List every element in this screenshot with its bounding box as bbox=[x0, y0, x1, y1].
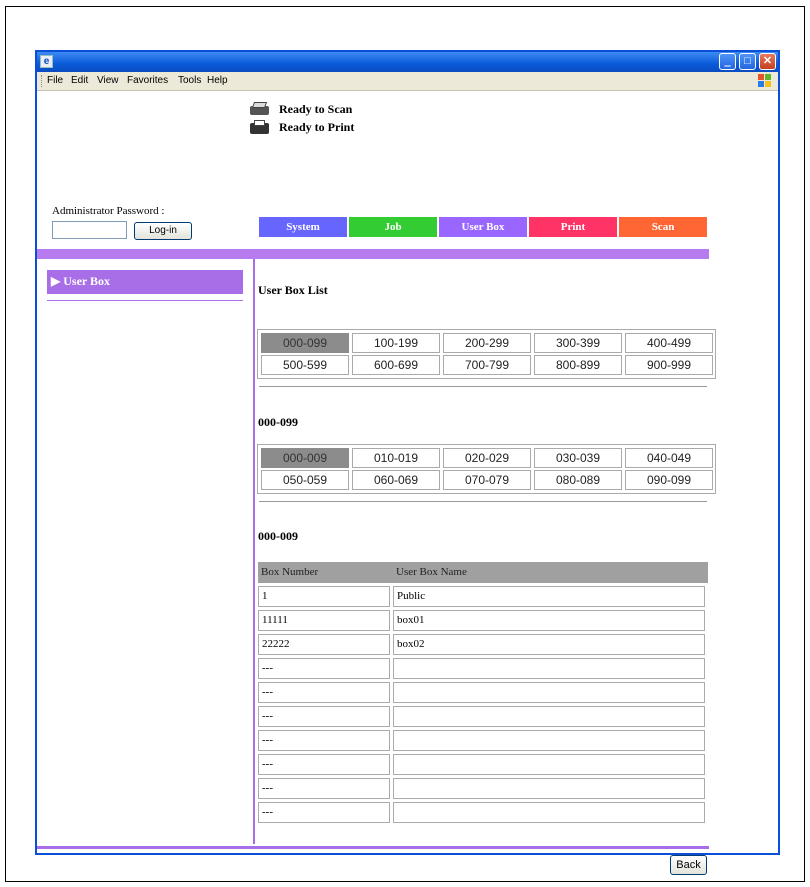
table-row: --- bbox=[258, 706, 708, 727]
sidebar-item-user-box[interactable]: ▶ User Box bbox=[47, 270, 243, 294]
box-number-cell[interactable]: 22222 bbox=[258, 634, 390, 655]
range-cell[interactable]: 400-499 bbox=[625, 333, 713, 353]
box-name-cell[interactable] bbox=[393, 658, 705, 679]
close-button[interactable]: ✕ bbox=[759, 53, 776, 70]
range-divider bbox=[259, 386, 707, 387]
box-name-cell[interactable] bbox=[393, 682, 705, 703]
table-row: 11111 box01 bbox=[258, 610, 708, 631]
sub-range-title: 000-099 bbox=[258, 415, 298, 429]
user-box-table: Box Number User Box Name 1 Public 11111 box… bbox=[258, 562, 708, 823]
footer-divider bbox=[37, 846, 709, 849]
menu-bar: File Edit View Favorites Tools Help bbox=[37, 72, 778, 91]
range-cell[interactable]: 900-999 bbox=[625, 355, 713, 375]
table-row: --- bbox=[258, 802, 708, 823]
page-content: Ready to Scan Ready to Print Administrat… bbox=[37, 91, 778, 875]
sub-range-table: 000-009 010-019 020-029 030-039 040-049 050-… bbox=[257, 444, 716, 494]
menu-favorites[interactable]: Favorites bbox=[127, 75, 168, 86]
box-number-cell[interactable]: --- bbox=[258, 754, 390, 775]
sub-range-cell[interactable]: 080-089 bbox=[534, 470, 622, 490]
sub-range-cell[interactable]: 040-049 bbox=[625, 448, 713, 468]
table-row: 22222 box02 bbox=[258, 634, 708, 655]
sidebar-separator bbox=[253, 259, 255, 844]
menu-tools[interactable]: Tools bbox=[178, 75, 201, 86]
toolbar-grip-icon bbox=[41, 75, 44, 87]
table-row: 1 Public bbox=[258, 586, 708, 607]
windows-logo-icon bbox=[758, 74, 772, 88]
printer-icon bbox=[249, 120, 271, 134]
table-header: Box Number User Box Name bbox=[258, 562, 708, 583]
range-cell[interactable]: 100-199 bbox=[352, 333, 440, 353]
tab-system[interactable]: System bbox=[259, 217, 347, 237]
login-button[interactable]: Log-in bbox=[134, 222, 192, 240]
tab-user-box[interactable]: User Box bbox=[439, 217, 527, 237]
menu-view[interactable]: View bbox=[97, 75, 119, 86]
sub-range-cell[interactable]: 030-039 bbox=[534, 448, 622, 468]
tab-job[interactable]: Job bbox=[349, 217, 437, 237]
sub-range-cell[interactable]: 090-099 bbox=[625, 470, 713, 490]
table-row: --- bbox=[258, 730, 708, 751]
print-status: Ready to Print bbox=[279, 119, 355, 134]
browser-icon: e bbox=[40, 55, 53, 68]
range-cell[interactable]: 200-299 bbox=[443, 333, 531, 353]
box-number-cell[interactable]: --- bbox=[258, 778, 390, 799]
tab-scan[interactable]: Scan bbox=[619, 217, 707, 237]
range-cell[interactable]: 600-699 bbox=[352, 355, 440, 375]
admin-password-label: Administrator Password : bbox=[52, 205, 165, 217]
table-row: --- bbox=[258, 754, 708, 775]
sub-range-divider bbox=[259, 501, 707, 502]
scan-status: Ready to Scan bbox=[279, 101, 353, 116]
range-table: 000-099 100-199 200-299 300-399 400-499 500-… bbox=[257, 329, 716, 379]
header-divider bbox=[37, 249, 709, 259]
table-row: --- bbox=[258, 682, 708, 703]
scanner-icon bbox=[249, 102, 271, 116]
box-number-cell[interactable]: 11111 bbox=[258, 610, 390, 631]
box-name-cell[interactable] bbox=[393, 730, 705, 751]
table-row: --- bbox=[258, 658, 708, 679]
box-number-cell[interactable]: --- bbox=[258, 682, 390, 703]
box-name-cell[interactable]: box02 bbox=[393, 634, 705, 655]
sub-range-cell[interactable]: 060-069 bbox=[352, 470, 440, 490]
box-number-cell[interactable]: --- bbox=[258, 706, 390, 727]
box-name-cell[interactable] bbox=[393, 754, 705, 775]
user-box-list-title: User Box List bbox=[258, 283, 328, 297]
box-name-cell[interactable] bbox=[393, 802, 705, 823]
box-number-cell[interactable]: --- bbox=[258, 658, 390, 679]
sub-range-cell[interactable]: 020-029 bbox=[443, 448, 531, 468]
back-button[interactable]: Back bbox=[670, 855, 707, 875]
box-name-cell[interactable]: box01 bbox=[393, 610, 705, 631]
sub-range-cell[interactable]: 070-079 bbox=[443, 470, 531, 490]
table-row: --- bbox=[258, 778, 708, 799]
menu-edit[interactable]: Edit bbox=[71, 75, 88, 86]
sub-range-cell[interactable]: 010-019 bbox=[352, 448, 440, 468]
sidebar: ▶ User Box bbox=[47, 270, 243, 301]
range-cell[interactable]: 300-399 bbox=[534, 333, 622, 353]
menu-file[interactable]: File bbox=[47, 75, 63, 86]
sub-range-cell[interactable]: 000-009 bbox=[261, 448, 349, 468]
browser-window: e ‗ □ ✕ File Edit View Favorites Tools H… bbox=[35, 50, 780, 875]
title-bar: e ‗ □ ✕ bbox=[37, 52, 778, 72]
range-cell[interactable]: 500-599 bbox=[261, 355, 349, 375]
header-user-box-name: User Box Name bbox=[396, 566, 467, 578]
device-status: Ready to Scan Ready to Print bbox=[249, 100, 354, 136]
box-name-cell[interactable]: Public bbox=[393, 586, 705, 607]
header-box-number: Box Number bbox=[261, 566, 319, 578]
box-name-cell[interactable] bbox=[393, 706, 705, 727]
box-number-cell[interactable]: 1 bbox=[258, 586, 390, 607]
tab-print[interactable]: Print bbox=[529, 217, 617, 237]
box-number-cell[interactable]: --- bbox=[258, 802, 390, 823]
sidebar-divider bbox=[47, 300, 243, 301]
maximize-button[interactable]: □ bbox=[739, 53, 756, 70]
minimize-button[interactable]: ‗ bbox=[719, 53, 736, 70]
range-cell[interactable]: 800-899 bbox=[534, 355, 622, 375]
admin-password-input[interactable] bbox=[52, 221, 127, 239]
menu-help[interactable]: Help bbox=[207, 75, 228, 86]
box-range-title: 000-009 bbox=[258, 529, 298, 543]
range-cell[interactable]: 700-799 bbox=[443, 355, 531, 375]
box-name-cell[interactable] bbox=[393, 778, 705, 799]
main-tabs: System Job User Box Print Scan bbox=[259, 217, 709, 237]
range-cell[interactable]: 000-099 bbox=[261, 333, 349, 353]
box-number-cell[interactable]: --- bbox=[258, 730, 390, 751]
sub-range-cell[interactable]: 050-059 bbox=[261, 470, 349, 490]
